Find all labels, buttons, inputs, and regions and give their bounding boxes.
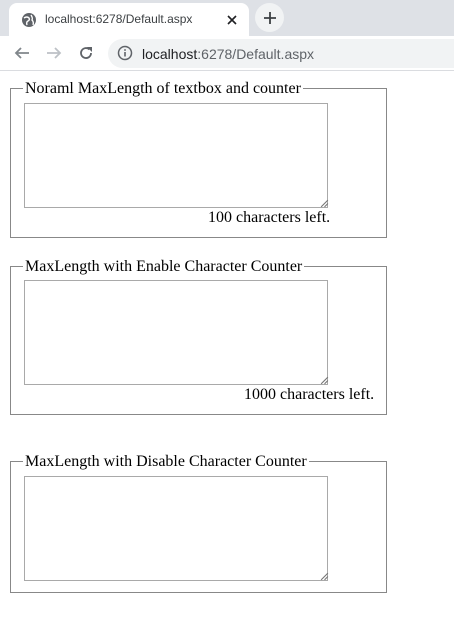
plus-icon[interactable]: [255, 3, 284, 32]
address-bar[interactable]: localhost:6278/Default.aspx: [108, 39, 454, 68]
fieldset-legend: MaxLength with Enable Character Counter: [23, 258, 305, 276]
tab-strip: localhost:6278/Default.aspx: [0, 0, 454, 36]
browser-toolbar: localhost:6278/Default.aspx: [0, 36, 454, 71]
resize-grip-icon[interactable]: [320, 376, 329, 385]
textarea-enable-counter[interactable]: [24, 280, 328, 385]
fieldset-legend: MaxLength with Disable Character Counter: [23, 453, 309, 471]
textarea-normal[interactable]: [24, 103, 328, 208]
character-counter: 100 characters left.: [208, 209, 331, 226]
close-icon[interactable]: [223, 11, 241, 29]
fieldset-disable-counter: MaxLength with Disable Character Counter: [10, 453, 387, 593]
url-host: localhost: [142, 46, 198, 62]
url-text: localhost:6278/Default.aspx: [142, 46, 314, 62]
arrow-left-icon[interactable]: [10, 41, 34, 65]
resize-grip-icon[interactable]: [320, 572, 329, 581]
url-path: :6278/Default.aspx: [197, 46, 315, 62]
tab-title: localhost:6278/Default.aspx: [45, 12, 193, 26]
fieldset-legend: Noraml MaxLength of textbox and counter: [23, 80, 303, 98]
browser-tab[interactable]: localhost:6278/Default.aspx: [9, 3, 249, 36]
fieldset-enable-counter: MaxLength with Enable Character Counter …: [10, 258, 387, 415]
arrow-right-icon[interactable]: [42, 41, 66, 65]
reload-icon[interactable]: [74, 41, 98, 65]
resize-grip-icon[interactable]: [320, 199, 329, 208]
textarea-disable-counter[interactable]: [24, 476, 328, 581]
info-icon[interactable]: [117, 45, 133, 61]
globe-icon: [21, 12, 37, 28]
fieldset-normal-maxlength: Noraml MaxLength of textbox and counter …: [10, 80, 387, 238]
character-counter: 1000 characters left.: [244, 386, 375, 403]
